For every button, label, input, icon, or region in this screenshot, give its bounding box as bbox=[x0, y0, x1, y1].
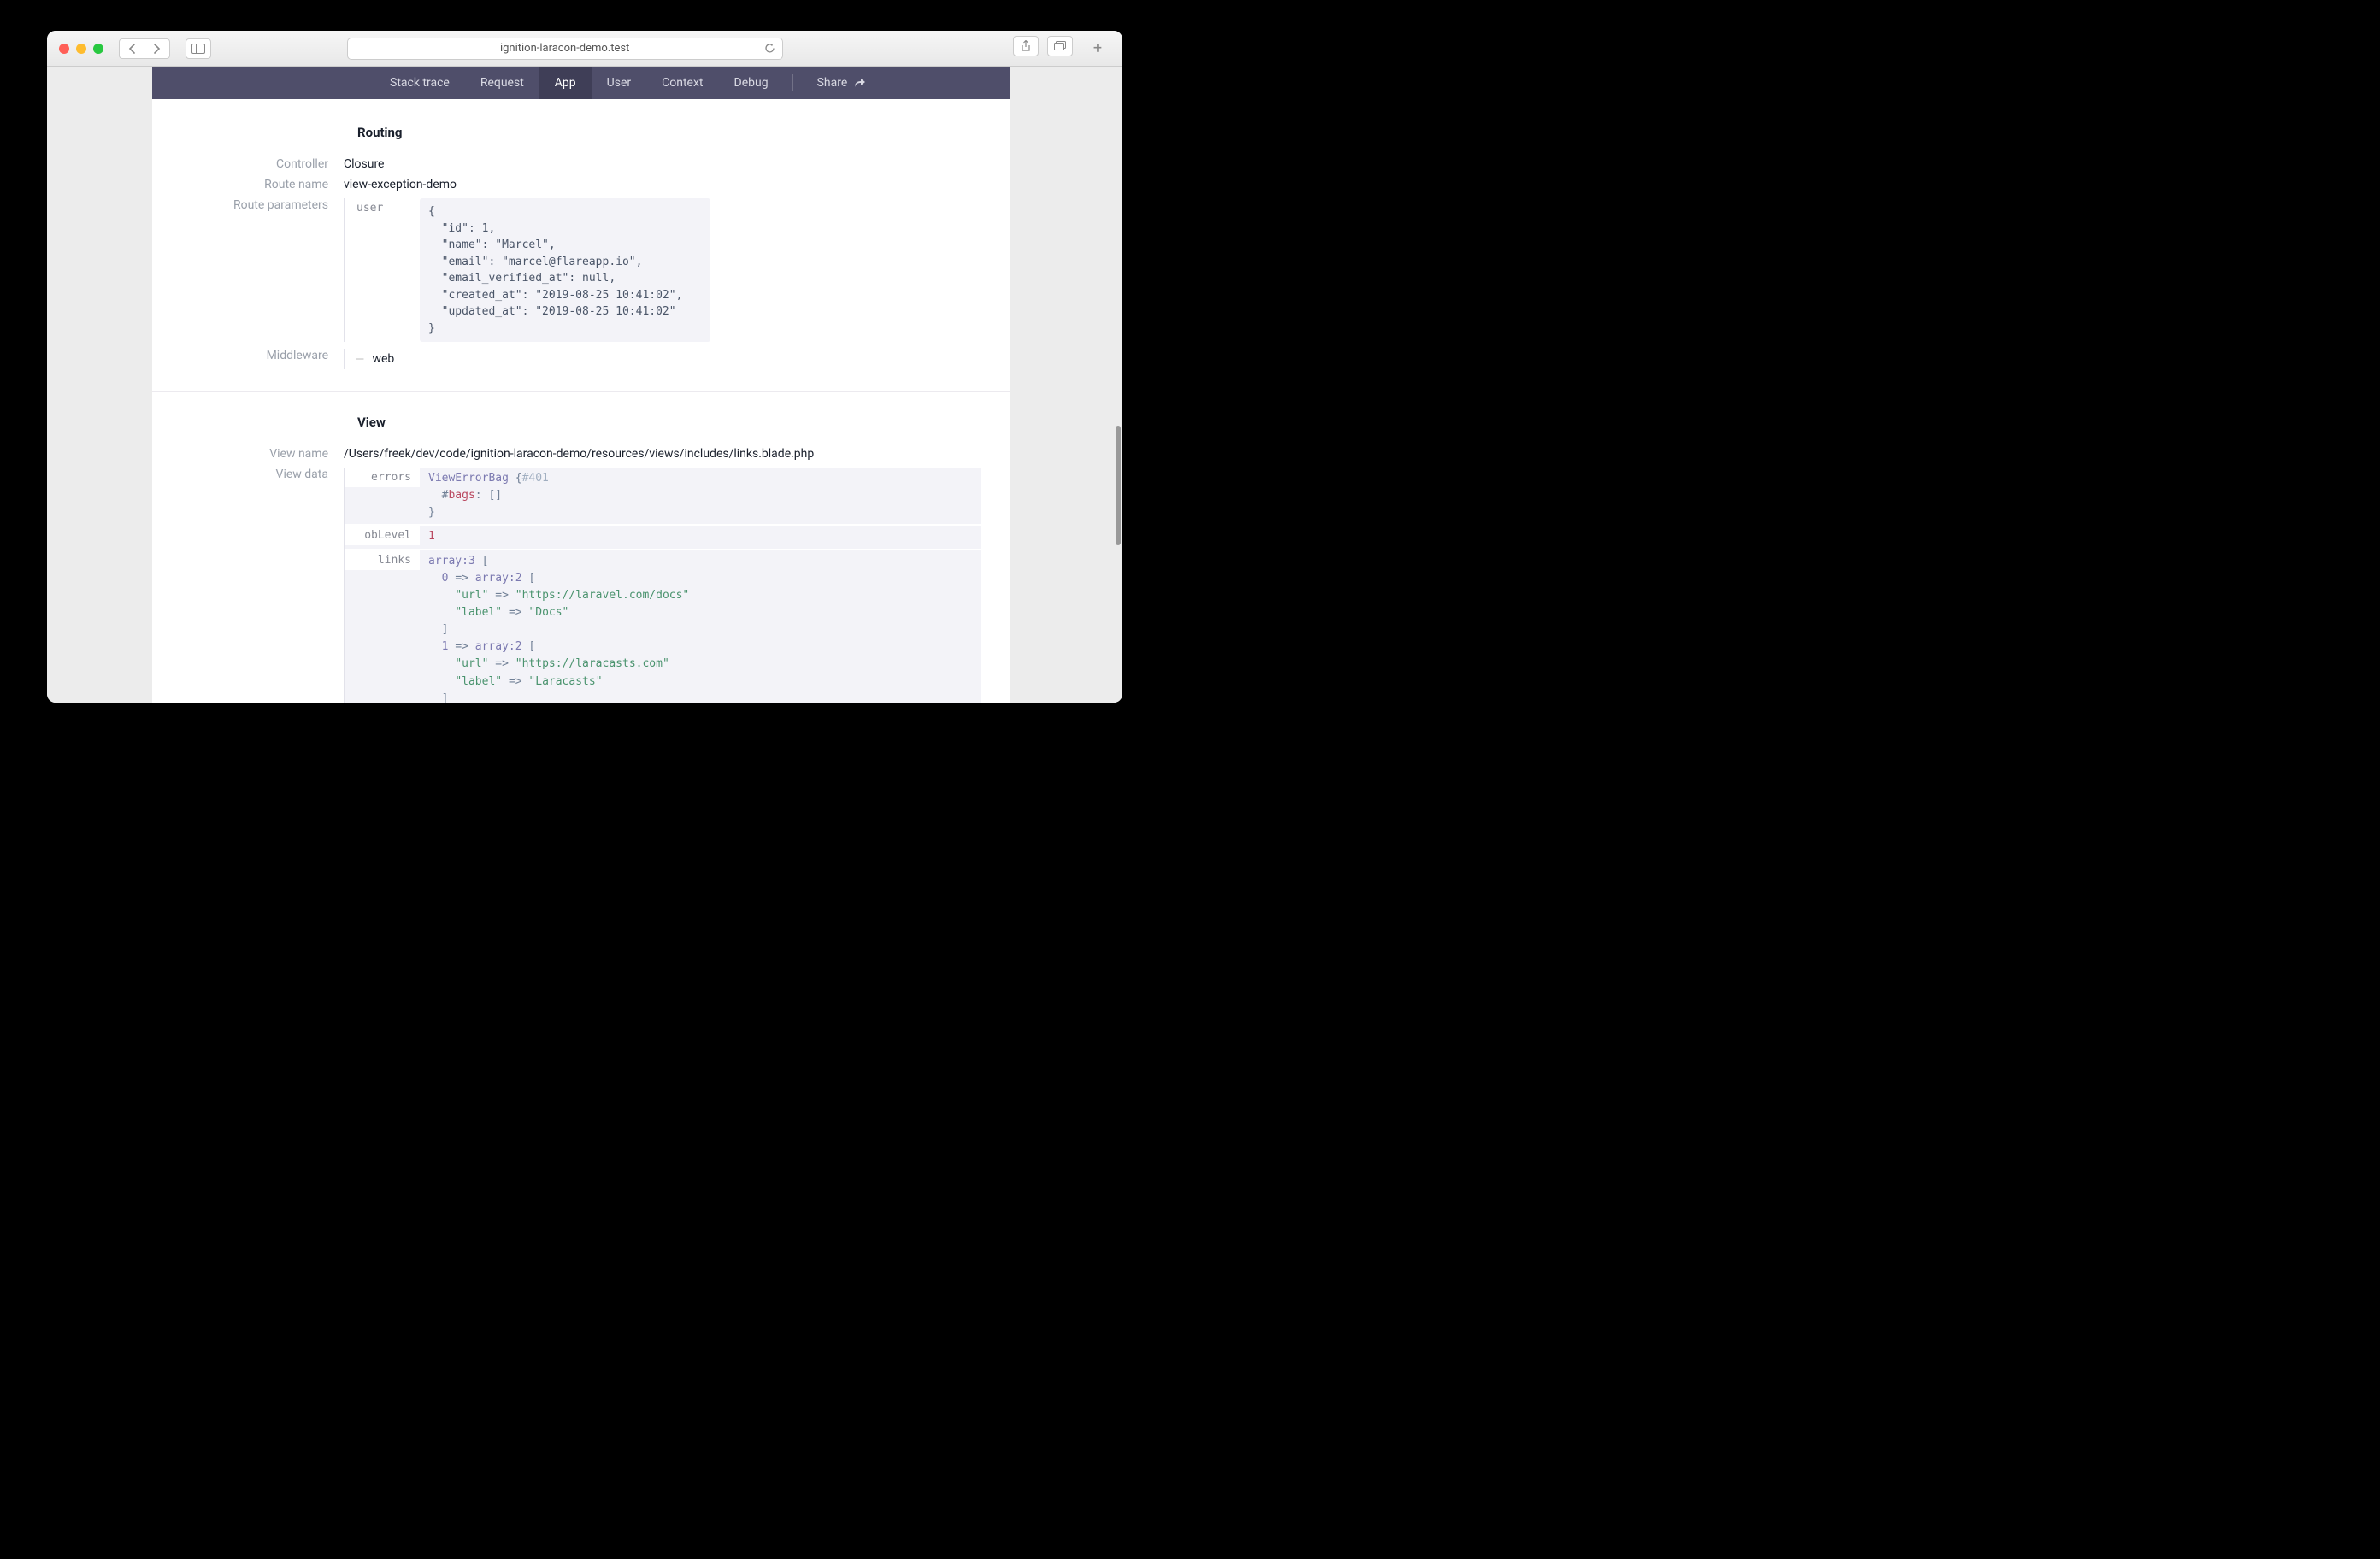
maximize-window-button[interactable] bbox=[93, 44, 103, 54]
label-route-parameters: Route parameters bbox=[181, 197, 344, 212]
viewdata-links: links array:3 [ 0 => array:2 [ "url" => … bbox=[345, 550, 981, 703]
route-param-key: user bbox=[345, 198, 420, 218]
viewdata-errors-value: ViewErrorBag {#401 #bags: [] } bbox=[420, 468, 981, 524]
section-view-title: View bbox=[357, 415, 981, 430]
address-bar[interactable]: ignition-laracon-demo.test bbox=[347, 38, 783, 60]
label-view-name: View name bbox=[181, 445, 344, 461]
value-route-name: view-exception-demo bbox=[344, 176, 981, 191]
label-controller: Controller bbox=[181, 156, 344, 171]
row-route-parameters: Route parameters user { "id": 1, "name":… bbox=[181, 197, 981, 342]
label-route-name: Route name bbox=[181, 176, 344, 191]
viewdata-oblevel-value: 1 bbox=[420, 526, 981, 548]
row-middleware: Middleware — web bbox=[181, 347, 981, 369]
tab-stack-trace[interactable]: Stack trace bbox=[374, 67, 465, 99]
back-button[interactable] bbox=[119, 38, 144, 59]
close-window-button[interactable] bbox=[59, 44, 69, 54]
scrollbar-thumb[interactable] bbox=[1116, 426, 1121, 545]
share-icon bbox=[1021, 40, 1031, 52]
section-routing-title: Routing bbox=[357, 125, 981, 140]
minimize-window-button[interactable] bbox=[76, 44, 86, 54]
sidebar-toggle-button[interactable] bbox=[186, 38, 211, 59]
middleware-dash: — bbox=[345, 349, 372, 369]
nav-buttons bbox=[119, 38, 170, 59]
viewdata-oblevel: obLevel 1 bbox=[345, 526, 981, 548]
tab-context[interactable]: Context bbox=[646, 67, 718, 99]
viewport[interactable]: Stack trace Request App User Context Deb… bbox=[47, 67, 1122, 703]
row-view-name: View name /Users/freek/dev/code/ignition… bbox=[181, 445, 981, 461]
section-divider bbox=[152, 391, 1010, 392]
browser-window: ignition-laracon-demo.test + Stack trace… bbox=[47, 31, 1122, 703]
route-param-json: { "id": 1, "name": "Marcel", "email": "m… bbox=[420, 198, 710, 342]
tab-request[interactable]: Request bbox=[465, 67, 539, 99]
browser-toolbar: ignition-laracon-demo.test + bbox=[47, 31, 1122, 67]
toolbar-right: + bbox=[1013, 36, 1110, 62]
sidebar-icon bbox=[191, 44, 205, 54]
forward-button[interactable] bbox=[144, 38, 170, 59]
row-view-data: View data errors ViewErrorBag {#401 #bag… bbox=[181, 466, 981, 703]
row-route-name: Route name view-exception-demo bbox=[181, 176, 981, 191]
content-area: Routing Controller Closure Route name vi… bbox=[152, 99, 1010, 703]
chevron-left-icon bbox=[128, 44, 136, 54]
chevron-right-icon bbox=[153, 44, 161, 54]
viewdata-errors: errors ViewErrorBag {#401 #bags: [] } bbox=[345, 468, 981, 524]
middleware-value: web bbox=[372, 349, 981, 366]
share-arrow-icon bbox=[854, 78, 866, 88]
tab-user[interactable]: User bbox=[592, 67, 646, 99]
view-data-container: errors ViewErrorBag {#401 #bags: [] } ob… bbox=[344, 468, 981, 703]
route-param-user: user { "id": 1, "name": "Marcel", "email… bbox=[344, 198, 981, 342]
viewdata-links-label: links bbox=[345, 550, 420, 570]
page-content: Stack trace Request App User Context Deb… bbox=[152, 67, 1010, 703]
reload-icon bbox=[764, 43, 775, 54]
reload-button[interactable] bbox=[764, 43, 775, 54]
tabs-button[interactable] bbox=[1047, 36, 1073, 56]
window-controls bbox=[59, 44, 103, 54]
viewdata-links-value: array:3 [ 0 => array:2 [ "url" => "https… bbox=[420, 550, 981, 703]
viewdata-errors-label: errors bbox=[345, 468, 420, 487]
value-view-name: /Users/freek/dev/code/ignition-laracon-d… bbox=[344, 445, 981, 461]
middleware-item: — web bbox=[344, 349, 981, 369]
share-label: Share bbox=[817, 76, 848, 90]
tab-debug[interactable]: Debug bbox=[719, 67, 784, 99]
new-tab-button[interactable]: + bbox=[1085, 36, 1110, 62]
plus-icon: + bbox=[1093, 39, 1102, 57]
share-menu[interactable]: Share bbox=[802, 67, 882, 99]
tab-app[interactable]: App bbox=[539, 67, 592, 99]
share-button[interactable] bbox=[1013, 36, 1039, 56]
row-controller: Controller Closure bbox=[181, 156, 981, 171]
nav-divider bbox=[792, 74, 793, 91]
viewdata-oblevel-label: obLevel bbox=[345, 526, 420, 545]
ignition-nav: Stack trace Request App User Context Deb… bbox=[152, 67, 1010, 99]
value-controller: Closure bbox=[344, 156, 981, 171]
label-middleware: Middleware bbox=[181, 347, 344, 362]
tabs-icon bbox=[1054, 41, 1066, 51]
address-bar-url: ignition-laracon-demo.test bbox=[500, 42, 629, 55]
label-view-data: View data bbox=[181, 466, 344, 481]
